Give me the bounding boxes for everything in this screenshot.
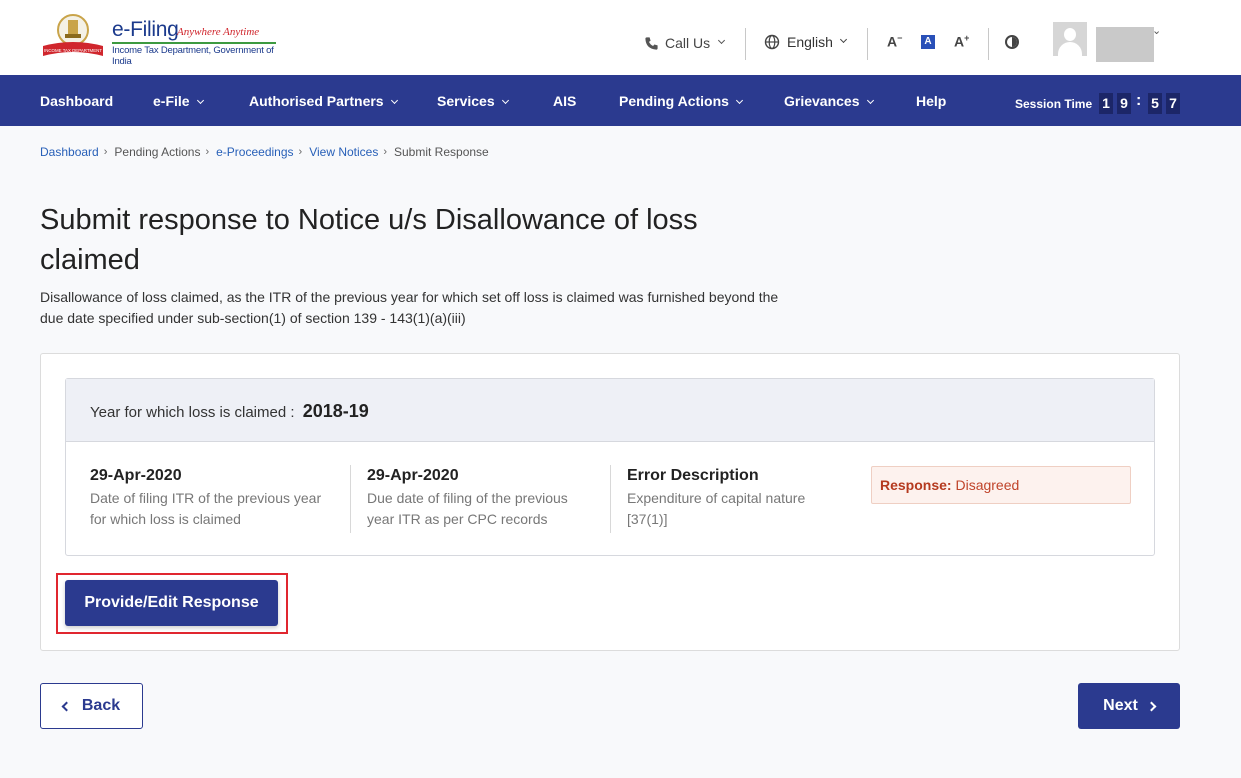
nav-grievances-label: Grievances <box>784 93 860 109</box>
breadcrumb-separator-icon: › <box>205 146 210 158</box>
avatar-body <box>1058 42 1082 56</box>
nav-services-label: Services <box>437 93 495 109</box>
session-colon: : <box>1136 92 1142 109</box>
loss-claim-panel-header: Year for which loss is claimed : 2018-19 <box>66 379 1154 442</box>
chevron-down-icon <box>866 96 874 105</box>
session-digit: 9 <box>1117 93 1131 114</box>
nav-dashboard-label: Dashboard <box>40 93 114 109</box>
breadcrumb-separator-icon: › <box>383 146 387 158</box>
page-description: Disallowance of loss claimed, as the ITR… <box>40 289 779 326</box>
phone-icon <box>645 36 658 50</box>
filing-date-column: 29-Apr-2020 Date of filing ITR of the pr… <box>90 467 340 530</box>
top-header: INCOME TAX DEPARTMENT e-Filing Anywhere … <box>0 0 1241 75</box>
breadcrumb-e-proceedings[interactable]: e-Proceedings <box>216 145 293 159</box>
year-label: Year for which loss is claimed : <box>90 404 295 421</box>
header-divider <box>988 28 989 60</box>
user-avatar[interactable] <box>1053 22 1087 56</box>
nav-authorised-partners-label: Authorised Partners <box>249 93 384 109</box>
nav-services[interactable]: Services <box>437 93 509 109</box>
globe-icon <box>764 34 780 50</box>
breadcrumb-dashboard[interactable]: Dashboard <box>40 145 99 159</box>
nav-ais-label: AIS <box>553 93 577 109</box>
brand-subtitle: Income Tax Department, Government of Ind… <box>112 45 274 67</box>
user-name-redacted[interactable] <box>1096 27 1154 62</box>
chevron-left-icon <box>61 701 72 711</box>
call-us-label: Call Us <box>665 35 711 51</box>
user-menu-chevron-icon[interactable]: ⌄ <box>1152 24 1161 37</box>
call-us-dropdown[interactable]: Call Us <box>644 35 726 51</box>
language-dropdown[interactable]: English <box>764 34 847 50</box>
error-description-column: Error Description Expenditure of capital… <box>627 467 832 530</box>
breadcrumb-separator-icon: › <box>103 146 108 158</box>
column-divider <box>610 465 611 533</box>
due-date-label: Due date of filing of the previous year … <box>367 490 568 527</box>
next-button[interactable]: Next <box>1078 683 1180 729</box>
emblem-text: INCOME TAX DEPARTMENT <box>44 48 102 53</box>
filing-date-label: Date of filing ITR of the previous year … <box>90 490 322 527</box>
session-digit: 7 <box>1166 93 1180 114</box>
emblem-icon: INCOME TAX DEPARTMENT <box>43 14 103 56</box>
font-decrease-button[interactable]: A− <box>887 33 902 50</box>
nav-efile[interactable]: e-File <box>153 93 204 109</box>
error-description-value: Expenditure of capital nature [37(1)] <box>627 490 806 527</box>
header-divider <box>867 28 868 60</box>
contrast-toggle-icon[interactable] <box>1005 35 1019 49</box>
nav-grievances[interactable]: Grievances <box>784 93 874 109</box>
year-value: 2018-19 <box>302 401 369 421</box>
chevron-down-icon <box>501 96 509 105</box>
nav-help-label: Help <box>916 93 947 109</box>
nav-pending-actions[interactable]: Pending Actions <box>619 93 743 109</box>
breadcrumb-view-notices[interactable]: View Notices <box>309 145 378 159</box>
avatar-head <box>1064 28 1076 41</box>
session-digit: 5 <box>1148 93 1162 114</box>
response-status-label: Response: <box>880 477 952 493</box>
chevron-right-icon <box>1146 701 1157 711</box>
response-status-value: Disagreed <box>955 477 1020 493</box>
error-description-title: Error Description <box>627 467 759 484</box>
filing-date-value: 29-Apr-2020 <box>90 467 182 484</box>
back-label: Back <box>81 697 121 714</box>
nav-ais[interactable]: AIS <box>553 93 576 109</box>
chevron-down-icon <box>839 35 847 43</box>
chevron-down-icon <box>390 96 398 105</box>
efiling-logo[interactable]: INCOME TAX DEPARTMENT e-Filing Anywhere … <box>40 12 280 67</box>
font-reset-button[interactable]: A <box>921 35 935 49</box>
breadcrumb-submit-response: Submit Response <box>394 145 489 159</box>
language-label: English <box>787 34 833 50</box>
header-divider <box>745 28 746 60</box>
font-increase-label: A <box>954 33 965 50</box>
brand-tagline: Anywhere Anytime <box>177 26 260 38</box>
due-date-column: 29-Apr-2020 Due date of filing of the pr… <box>367 467 592 530</box>
breadcrumb-separator-icon: › <box>298 146 303 158</box>
brand-underline <box>112 42 276 44</box>
session-digit: 1 <box>1099 93 1113 114</box>
column-divider <box>350 465 351 533</box>
page-title: Submit response to Notice u/s Disallowan… <box>40 204 698 276</box>
main-navigation: Dashboard e-File Authorised Partners Ser… <box>0 75 1241 126</box>
loss-claim-panel: Year for which loss is claimed : 2018-19… <box>65 378 1155 556</box>
nav-efile-label: e-File <box>153 93 190 109</box>
breadcrumb: Dashboard › Pending Actions › e-Proceedi… <box>40 145 489 159</box>
nav-authorised-partners[interactable]: Authorised Partners <box>249 93 398 109</box>
font-increase-button[interactable]: A+ <box>954 33 969 50</box>
next-label: Next <box>1103 697 1138 714</box>
nav-pending-actions-label: Pending Actions <box>619 93 729 109</box>
chevron-down-icon <box>735 96 743 105</box>
nav-help[interactable]: Help <box>916 93 946 109</box>
brand-title: e-Filing <box>112 18 179 41</box>
breadcrumb-pending-actions: Pending Actions <box>114 145 201 159</box>
nav-dashboard[interactable]: Dashboard <box>40 93 113 109</box>
response-status-badge: Response: Disagreed <box>871 466 1131 504</box>
back-button[interactable]: Back <box>40 683 143 729</box>
chevron-down-icon <box>718 36 726 44</box>
provide-edit-response-button[interactable]: Provide/Edit Response <box>65 580 278 626</box>
session-time-label: Session Time <box>1015 97 1093 111</box>
font-decrease-label: A <box>887 33 898 50</box>
due-date-value: 29-Apr-2020 <box>367 467 459 484</box>
chevron-down-icon <box>196 96 204 105</box>
